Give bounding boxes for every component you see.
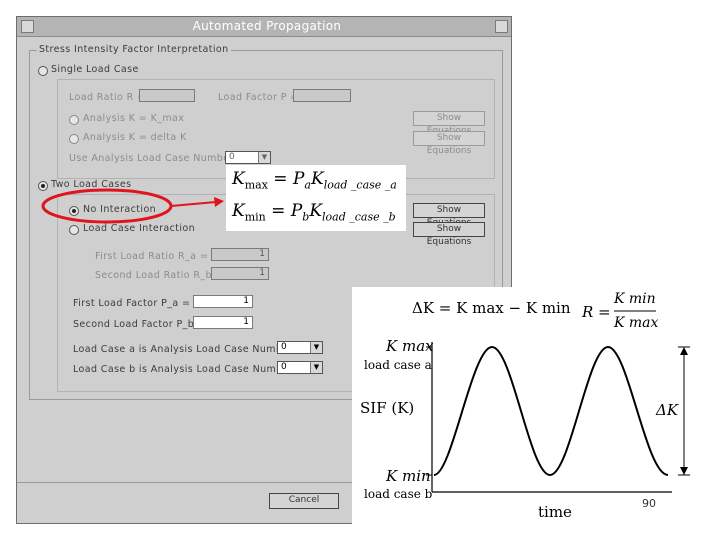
delta-k-equation: ΔK = K max − K min xyxy=(412,299,571,317)
y-axis-label: SIF (K) xyxy=(360,399,415,417)
sif-time-plot: ΔK = K max − K min R = K min K max K max… xyxy=(352,287,714,535)
highlight-arrowhead xyxy=(214,197,224,207)
highlight-arrow-line xyxy=(170,201,217,207)
sif-curve xyxy=(433,345,669,477)
delta-k-arrowhead-bottom xyxy=(680,467,688,475)
highlight-ellipse xyxy=(41,188,173,224)
kmax-label: K max xyxy=(386,337,434,355)
r-numerator: K min xyxy=(614,291,656,307)
r-denominator: K max xyxy=(614,315,659,331)
kmin-sub-label: load case b xyxy=(364,487,433,501)
kmin-label: K min xyxy=(386,467,431,485)
kmax-sub-label: load case a xyxy=(364,358,432,372)
corner-number: 90 xyxy=(642,497,656,510)
delta-k-label: ΔK xyxy=(656,401,679,419)
r-equation-lhs: R = xyxy=(582,303,611,321)
delta-k-arrowhead-top xyxy=(680,347,688,355)
x-axis-label: time xyxy=(538,503,572,521)
